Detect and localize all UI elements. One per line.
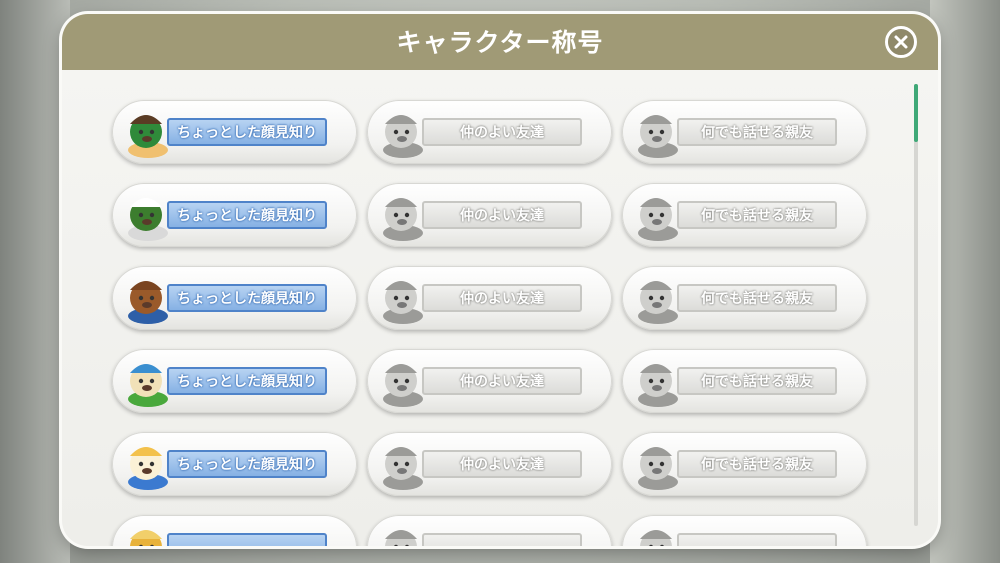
title-plate-locked: 仲のよい友達 [422, 367, 582, 395]
title-plate-locked: 何でも話せる親友 [677, 284, 837, 312]
background-right [930, 0, 1000, 563]
title-card-1-tier2[interactable]: 仲のよい友達 [367, 100, 612, 164]
title-card-3-tier3[interactable]: 何でも話せる親友 [622, 266, 867, 330]
title-plate-locked [677, 533, 837, 546]
dialog-title: キャラクター称号 [396, 28, 604, 57]
title-card-6-tier1[interactable] [112, 515, 357, 546]
title-card-3-tier2[interactable]: 仲のよい友達 [367, 266, 612, 330]
title-plate-unlocked [167, 533, 327, 546]
title-plate-locked: 何でも話せる親友 [677, 367, 837, 395]
title-plate-locked: 何でも話せる親友 [677, 118, 837, 146]
title-plate-unlocked: ちょっとした顔見知り [167, 284, 327, 312]
title-card-4-tier3[interactable]: 何でも話せる親友 [622, 349, 867, 413]
close-button[interactable] [885, 26, 917, 58]
character-title-dialog: キャラクター称号 ちょっとした顔見知り 仲のよい友達 何でも話せる親友 ちょっと… [62, 14, 938, 546]
title-plate-locked [422, 533, 582, 546]
title-plate-locked: 何でも話せる親友 [677, 450, 837, 478]
background-left [0, 0, 70, 563]
title-card-1-tier3[interactable]: 何でも話せる親友 [622, 100, 867, 164]
title-card-4-tier1[interactable]: ちょっとした顔見知り [112, 349, 357, 413]
title-card-1-tier1[interactable]: ちょっとした顔見知り [112, 100, 357, 164]
title-card-2-tier1[interactable]: ちょっとした顔見知り [112, 183, 357, 247]
title-card-5-tier2[interactable]: 仲のよい友達 [367, 432, 612, 496]
title-card-2-tier3[interactable]: 何でも話せる親友 [622, 183, 867, 247]
title-card-5-tier3[interactable]: 何でも話せる親友 [622, 432, 867, 496]
title-plate-locked: 仲のよい友達 [422, 118, 582, 146]
scrollbar-thumb[interactable] [914, 84, 918, 142]
title-plate-locked: 仲のよい友達 [422, 450, 582, 478]
title-card-6-tier3[interactable] [622, 515, 867, 546]
title-plate-locked: 何でも話せる親友 [677, 201, 837, 229]
title-list[interactable]: ちょっとした顔見知り 仲のよい友達 何でも話せる親友 ちょっとした顔見知り 仲の… [62, 70, 938, 546]
title-plate-locked: 仲のよい友達 [422, 201, 582, 229]
title-plate-unlocked: ちょっとした顔見知り [167, 118, 327, 146]
title-card-6-tier2[interactable] [367, 515, 612, 546]
close-icon [894, 35, 908, 49]
title-card-4-tier2[interactable]: 仲のよい友達 [367, 349, 612, 413]
title-plate-unlocked: ちょっとした顔見知り [167, 201, 327, 229]
title-card-5-tier1[interactable]: ちょっとした顔見知り [112, 432, 357, 496]
title-plate-unlocked: ちょっとした顔見知り [167, 367, 327, 395]
title-card-2-tier2[interactable]: 仲のよい友達 [367, 183, 612, 247]
title-plate-unlocked: ちょっとした顔見知り [167, 450, 327, 478]
title-card-3-tier1[interactable]: ちょっとした顔見知り [112, 266, 357, 330]
scrollbar-track[interactable] [914, 84, 918, 526]
title-plate-locked: 仲のよい友達 [422, 284, 582, 312]
